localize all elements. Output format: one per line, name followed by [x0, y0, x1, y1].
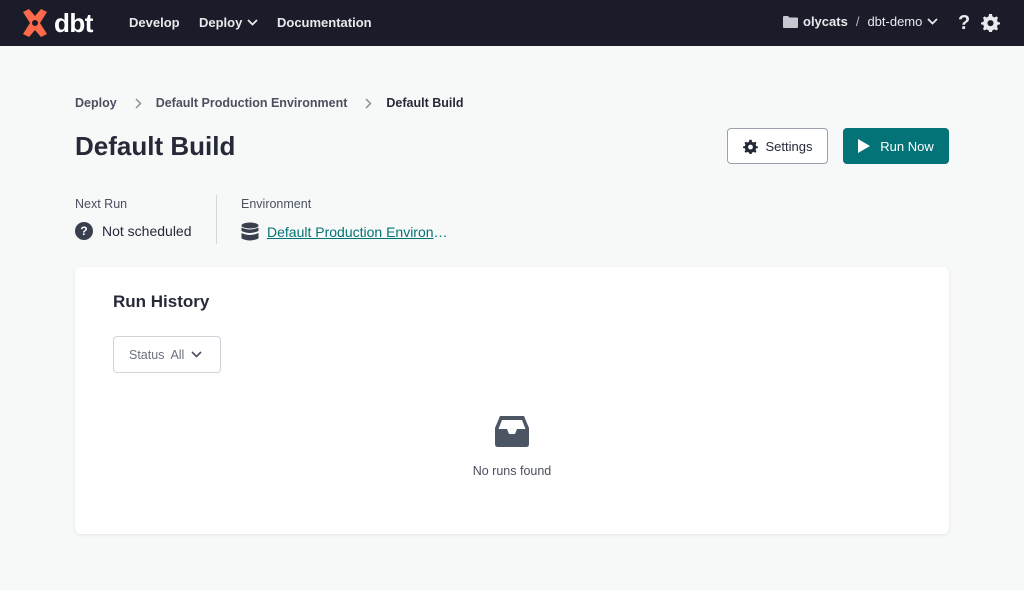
environment-link[interactable]: Default Production Environment [267, 224, 455, 240]
run-now-button-label: Run Now [880, 138, 934, 154]
account-separator: / [855, 14, 860, 29]
settings-button-label: Settings [765, 138, 813, 154]
run-history-card: Run History Status All No runs found [75, 267, 949, 534]
page-title: Default Build [75, 131, 236, 161]
settings-button[interactable]: Settings [727, 128, 828, 164]
play-icon [858, 139, 871, 153]
nav-deploy[interactable]: Deploy [199, 15, 258, 30]
next-run-value: ? Not scheduled [75, 222, 192, 240]
inbox-icon [495, 416, 529, 447]
project-name: dbt-demo [867, 14, 923, 29]
chevron-down-icon [927, 18, 938, 25]
chevron-down-icon [191, 351, 202, 358]
nav-documentation[interactable]: Documentation [277, 15, 372, 30]
breadcrumb: Deploy Default Production Environment De… [75, 96, 463, 110]
chevron-down-icon [247, 19, 258, 26]
breadcrumb-deploy[interactable]: Deploy [75, 96, 117, 110]
chevron-right-icon [135, 97, 142, 109]
meta-divider [216, 195, 217, 244]
top-nav-bar: dbt Develop Deploy Documentation olycats… [0, 0, 1024, 46]
next-run-label: Next Run [75, 197, 128, 211]
status-filter-value: All [170, 347, 185, 362]
breadcrumb-environment[interactable]: Default Production Environment [156, 96, 348, 110]
logo-text: dbt [54, 8, 93, 38]
status-filter-dropdown[interactable]: Status All [113, 336, 221, 373]
question-circle-icon: ? [75, 222, 93, 240]
database-icon [241, 222, 259, 241]
gear-icon[interactable] [981, 13, 1000, 32]
status-filter-label: Status [129, 347, 165, 362]
help-icon[interactable]: ? [958, 12, 970, 35]
account-project-switcher[interactable]: olycats / dbt-demo [783, 14, 938, 29]
nav-documentation-label: Documentation [277, 15, 372, 30]
gear-icon [742, 139, 758, 154]
chevron-right-icon [365, 97, 372, 109]
breadcrumb-current: Default Build [386, 96, 464, 110]
next-run-text: Not scheduled [102, 223, 192, 239]
nav-develop[interactable]: Develop [129, 15, 180, 30]
environment-value: Default Production Environment [241, 222, 455, 242]
nav-deploy-label: Deploy [199, 15, 243, 30]
folder-icon [783, 16, 798, 28]
account-name: olycats [803, 14, 848, 29]
run-now-button[interactable]: Run Now [843, 128, 949, 164]
nav-develop-label: Develop [129, 15, 180, 30]
dbt-logo[interactable]: dbt [20, 8, 93, 38]
dbt-logo-icon [23, 9, 47, 37]
empty-state-text: No runs found [472, 464, 552, 478]
run-history-title: Run History [113, 292, 210, 311]
environment-label: Environment [241, 197, 312, 211]
